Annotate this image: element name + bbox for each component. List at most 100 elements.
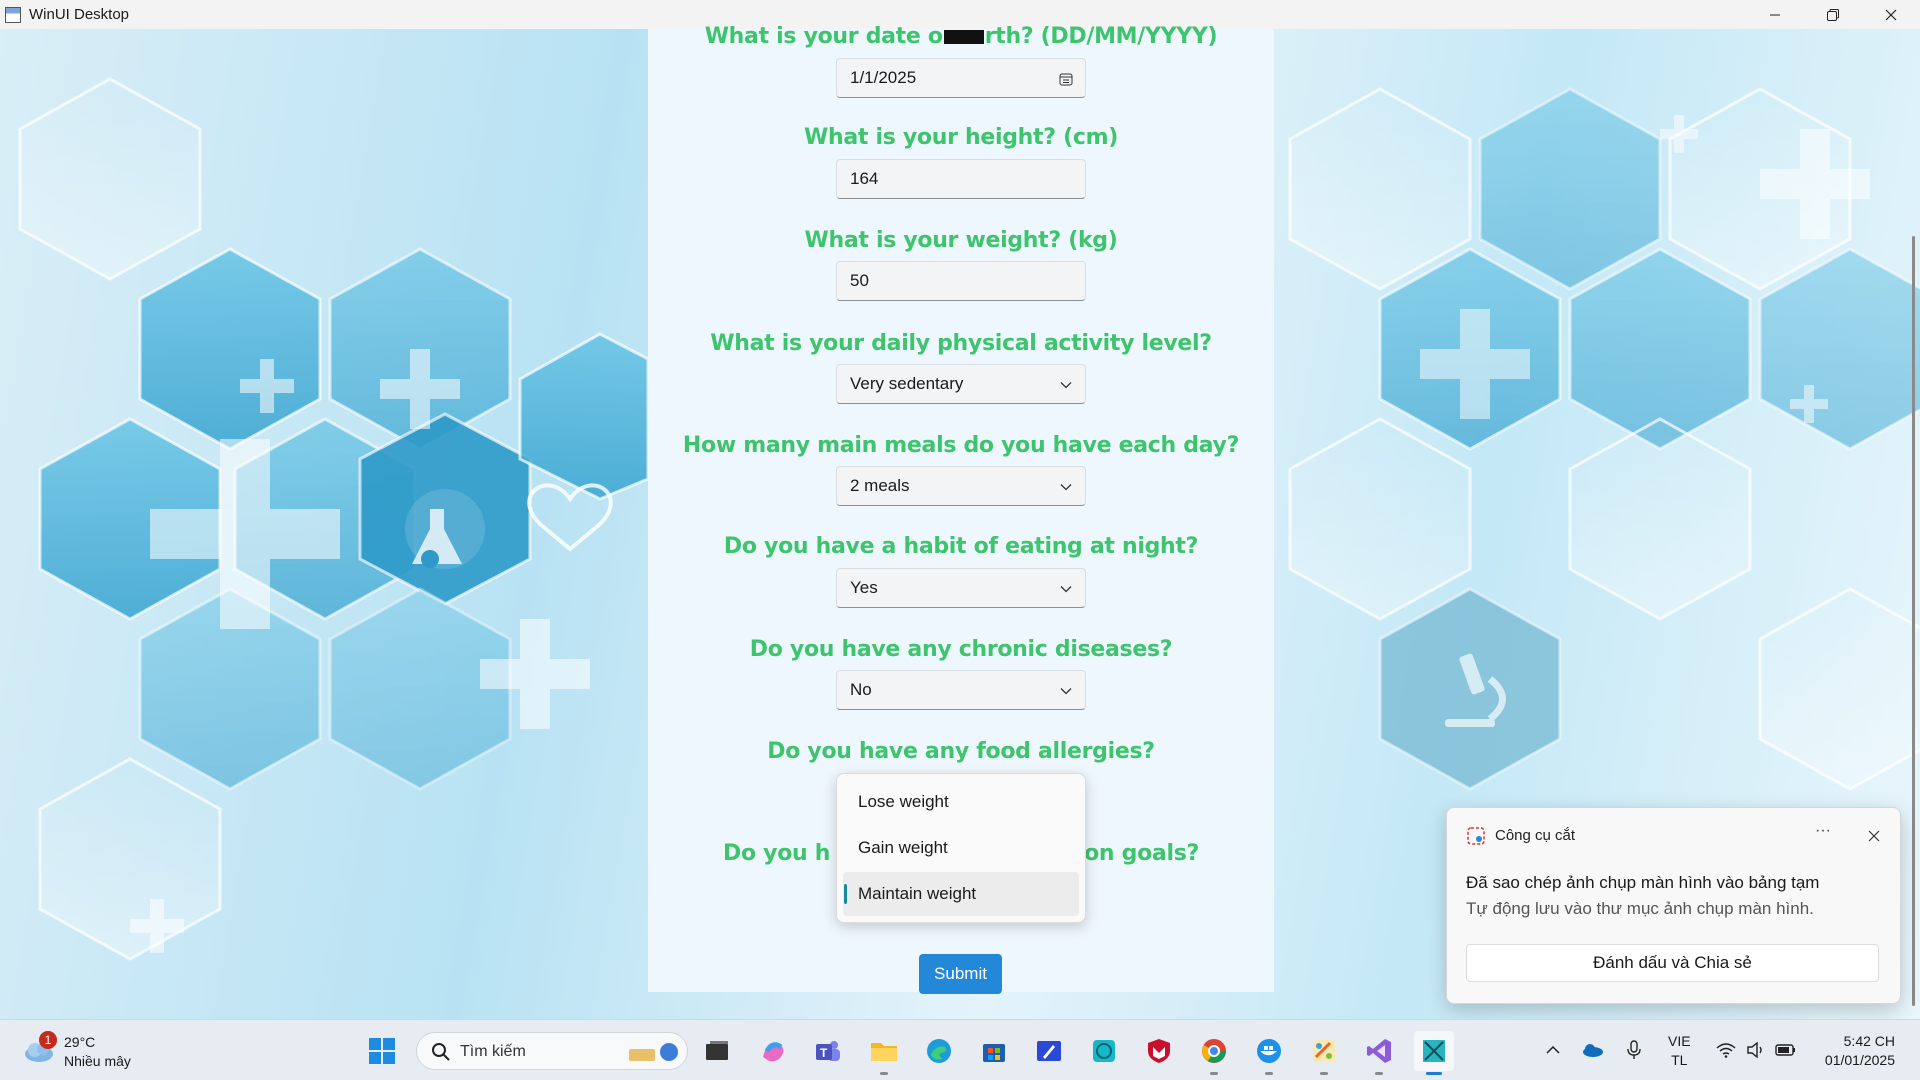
- taskbar: 1 29°C Nhiều mây Tìm kiếm T VIE TL 5:42 …: [0, 1019, 1920, 1080]
- restore-icon: [1827, 8, 1839, 21]
- file-explorer-app[interactable]: [864, 1031, 904, 1075]
- chevron-down-icon: [1057, 580, 1075, 598]
- minimize-icon: [1770, 14, 1780, 15]
- notification-app-name: Công cụ cắt: [1495, 827, 1576, 844]
- vertical-scrollbar[interactable]: [1908, 29, 1920, 1019]
- restore-button[interactable]: [1804, 0, 1862, 29]
- weight-value: 50: [850, 271, 869, 290]
- mcafee-app[interactable]: [1139, 1031, 1179, 1071]
- chevron-down-icon: [1057, 682, 1075, 700]
- language-code: VIE: [1668, 1033, 1691, 1049]
- redaction-block: [943, 30, 984, 44]
- scrollbar-thumb[interactable]: [1912, 236, 1915, 1006]
- weight-input[interactable]: 50: [836, 261, 1086, 301]
- weather-temperature: 29°C: [64, 1034, 96, 1050]
- question-goals-part1: Do you h: [723, 841, 831, 866]
- system-clock[interactable]: 5:42 CH 01/01/2025: [1815, 1032, 1895, 1070]
- visual-studio-app[interactable]: [1359, 1031, 1399, 1075]
- task-view-button[interactable]: [697, 1031, 737, 1071]
- chronic-value: No: [850, 680, 872, 699]
- copilot-app[interactable]: [753, 1031, 793, 1071]
- scissors-icon: [1467, 827, 1485, 845]
- running-indicator: [1210, 1072, 1218, 1075]
- copilot-icon: [763, 1042, 784, 1062]
- height-value: 164: [850, 169, 879, 188]
- more-options-button[interactable]: ···: [1808, 822, 1838, 846]
- question-weight: What is your weight? (kg): [804, 228, 1118, 253]
- chevron-down-icon: [1057, 478, 1075, 496]
- paint-app[interactable]: [1304, 1031, 1344, 1075]
- close-notification-button[interactable]: [1860, 822, 1888, 850]
- running-indicator: [880, 1072, 888, 1075]
- clock-date: 01/01/2025: [1824, 1052, 1895, 1068]
- volume-tray[interactable]: [1744, 1038, 1768, 1062]
- microphone-icon: [1627, 1040, 1641, 1059]
- wifi-icon: [1716, 1043, 1736, 1058]
- folder-icon: [871, 1043, 897, 1061]
- weather-widget[interactable]: 1 29°C Nhiều mây: [22, 1029, 162, 1073]
- chrome-app[interactable]: [1194, 1031, 1234, 1075]
- taskbar-search[interactable]: Tìm kiếm: [416, 1032, 688, 1070]
- onedrive-cloud-icon: [1583, 1044, 1603, 1057]
- dob-date-picker[interactable]: 1/1/2025: [836, 58, 1086, 98]
- running-indicator: [1320, 1072, 1328, 1075]
- chevron-down-icon: [1057, 376, 1075, 394]
- pen-app[interactable]: [1029, 1031, 1069, 1071]
- calendar-icon[interactable]: [1057, 70, 1075, 88]
- start-button[interactable]: [362, 1031, 402, 1071]
- windows-logo-icon: [369, 1038, 395, 1064]
- microphone-tray[interactable]: [1622, 1038, 1646, 1062]
- input-language-indicator[interactable]: VIE TL: [1668, 1032, 1691, 1070]
- close-window-button[interactable]: [1862, 0, 1920, 29]
- weather-description: Nhiều mây: [64, 1053, 131, 1069]
- markup-share-button[interactable]: Đánh dấu và Chia sẻ: [1466, 944, 1879, 982]
- teams-app[interactable]: T: [808, 1031, 848, 1071]
- teams-icon: T: [816, 1041, 840, 1061]
- app-icon: [5, 6, 21, 23]
- pen-tablet-icon: [1037, 1041, 1061, 1061]
- activity-value: Very sedentary: [850, 374, 964, 393]
- task-view-icon: [706, 1041, 728, 1060]
- shield-icon: [1148, 1039, 1170, 1063]
- svg-text:T: T: [820, 1046, 828, 1060]
- edge-app[interactable]: [919, 1031, 959, 1071]
- speaker-icon: [1747, 1042, 1762, 1058]
- submit-button[interactable]: Submit: [919, 954, 1002, 994]
- battery-tray[interactable]: [1774, 1038, 1798, 1062]
- question-height: What is your height? (cm): [804, 125, 1118, 150]
- onedrive-tray[interactable]: [1580, 1038, 1604, 1062]
- goal-option-maintain[interactable]: Maintain weight: [843, 872, 1079, 916]
- clock-time: 5:42 CH: [1843, 1033, 1895, 1049]
- question-night-eating: Do you have a habit of eating at night?: [723, 534, 1199, 559]
- question-goals-part2: on goals?: [1084, 841, 1199, 866]
- night-eating-combobox[interactable]: Yes: [836, 568, 1086, 608]
- height-input[interactable]: 164: [836, 159, 1086, 199]
- window-title: WinUI Desktop: [29, 6, 130, 23]
- search-highlight-icon: [629, 1043, 678, 1061]
- visual-studio-icon: [1367, 1039, 1391, 1063]
- goal-option-gain[interactable]: Gain weight: [843, 826, 1079, 870]
- question-meals: How many main meals do you have each day…: [682, 433, 1240, 458]
- goal-option-lose[interactable]: Lose weight: [843, 780, 1079, 824]
- running-indicator: [1426, 1072, 1442, 1075]
- palette-icon: [1313, 1040, 1335, 1062]
- store-app[interactable]: [974, 1031, 1014, 1071]
- teal-app[interactable]: [1084, 1031, 1124, 1071]
- winui-app[interactable]: [1414, 1031, 1454, 1075]
- running-indicator: [1375, 1072, 1383, 1075]
- minimize-button[interactable]: [1746, 0, 1804, 29]
- meals-combobox[interactable]: 2 meals: [836, 466, 1086, 506]
- dob-value: 1/1/2025: [850, 68, 917, 87]
- whale-icon: [1257, 1039, 1281, 1063]
- store-icon: [983, 1044, 1005, 1062]
- notification-message: Đã sao chép ảnh chụp màn hình vào bảng t…: [1466, 873, 1820, 892]
- question-dob-part1: What is your date o: [704, 24, 943, 49]
- wifi-tray[interactable]: [1714, 1038, 1738, 1062]
- question-dob-part2: rth? (DD/MM/YYYY): [984, 24, 1218, 49]
- docker-app[interactable]: [1249, 1031, 1289, 1075]
- activity-combobox[interactable]: Very sedentary: [836, 364, 1086, 404]
- show-hidden-icons-button[interactable]: [1541, 1038, 1565, 1062]
- winui-app-icon: [1423, 1040, 1445, 1062]
- chronic-combobox[interactable]: No: [836, 670, 1086, 710]
- weather-badge: 1: [39, 1031, 57, 1049]
